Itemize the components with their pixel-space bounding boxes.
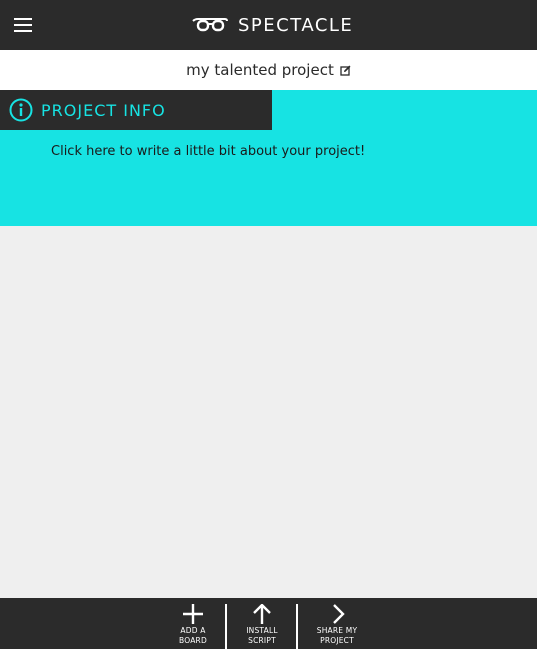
share-project-button[interactable]: SHARE MY PROJECT	[313, 598, 361, 649]
hamburger-icon	[14, 18, 32, 20]
glasses-icon	[192, 18, 228, 32]
brand-logo[interactable]: SPECTACLE	[192, 14, 353, 36]
arrow-up-icon	[253, 604, 271, 624]
hamburger-icon-line	[14, 30, 32, 32]
hamburger-menu-button[interactable]	[14, 13, 38, 37]
edit-icon	[340, 65, 351, 76]
top-bar: SPECTACLE	[0, 0, 537, 50]
toolbar-divider	[225, 604, 227, 649]
share-project-label-line2: PROJECT	[320, 636, 354, 645]
project-info-heading: PROJECT INFO	[41, 100, 166, 120]
project-info-header[interactable]: PROJECT INFO	[0, 90, 272, 130]
project-title-button[interactable]: my talented project	[186, 61, 351, 79]
brand-name: SPECTACLE	[238, 14, 354, 36]
project-title: my talented project	[186, 61, 334, 79]
hamburger-icon-line	[14, 24, 32, 26]
add-board-label-line2: BOARD	[179, 636, 207, 645]
project-info-section: PROJECT INFO Click here to write a littl…	[0, 90, 537, 226]
project-title-bar: my talented project	[0, 50, 537, 90]
plus-icon	[183, 604, 203, 624]
install-script-label: INSTALL SCRIPT	[246, 626, 277, 646]
bottom-toolbar: ADD A BOARD INSTALL SCRIPT SHARE MY PROJ…	[0, 598, 537, 649]
install-script-label-line1: INSTALL	[246, 626, 278, 635]
add-board-label-line1: ADD A	[180, 626, 206, 635]
add-board-button[interactable]: ADD A BOARD	[173, 598, 213, 649]
install-script-button[interactable]: INSTALL SCRIPT	[241, 598, 283, 649]
install-script-label-line2: SCRIPT	[248, 636, 276, 645]
toolbar-divider	[296, 604, 298, 649]
share-project-label: SHARE MY PROJECT	[317, 626, 358, 646]
add-board-label: ADD A BOARD	[179, 626, 207, 646]
project-description-prompt[interactable]: Click here to write a little bit about y…	[51, 144, 365, 159]
share-project-label-line1: SHARE MY	[316, 626, 358, 635]
info-icon	[9, 98, 33, 122]
share-icon	[333, 604, 345, 624]
